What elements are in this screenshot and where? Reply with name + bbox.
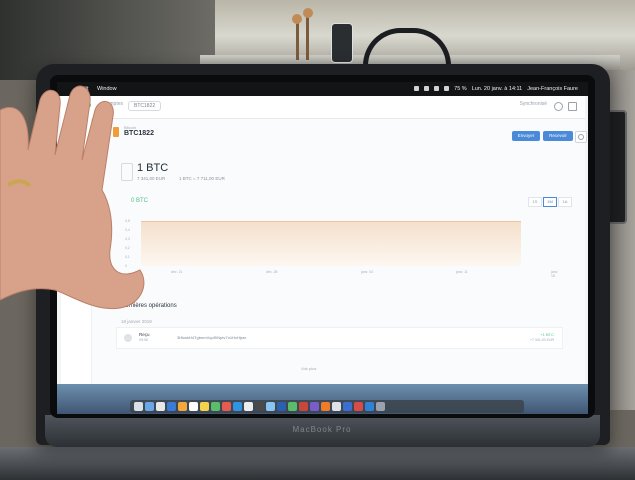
battery-label[interactable]: 75 %: [454, 82, 467, 96]
powerpoint-icon[interactable]: [299, 402, 308, 411]
x-tick-label: janv. 04: [361, 270, 373, 274]
app-icon[interactable]: [343, 402, 352, 411]
exchange-rate: 1 BTC = 7 711,00 EUR: [179, 176, 225, 181]
receive-button[interactable]: Recevoir: [543, 131, 573, 141]
balance-chart[interactable]: 0,5 0,4 0,3 0,2 0,1 0 déc. 21 déc. 28 janv. 04 j…: [125, 213, 558, 278]
user-label[interactable]: Jean-François Faure: [527, 82, 578, 96]
range-1s[interactable]: 1S: [528, 197, 542, 207]
app-icon[interactable]: [310, 402, 319, 411]
flower-head: [303, 8, 313, 18]
account-settings-button[interactable]: [575, 131, 587, 143]
calendar-icon[interactable]: [189, 402, 198, 411]
x-tick-label: déc. 28: [266, 270, 278, 274]
x-tick-label: janv. 18: [551, 270, 559, 278]
operation-value: +7 341,00 EUR: [529, 338, 554, 342]
folder-icon[interactable]: [365, 402, 374, 411]
clock-label[interactable]: Lun. 20 janv. à 14:11: [472, 82, 523, 96]
appstore-icon[interactable]: [167, 402, 176, 411]
range-1m[interactable]: 1M: [543, 197, 557, 207]
notes-icon[interactable]: [200, 402, 209, 411]
status-icon[interactable]: [424, 86, 430, 91]
app-icon[interactable]: [354, 402, 363, 411]
excel-icon[interactable]: [288, 402, 297, 411]
settings-icon[interactable]: [554, 102, 563, 111]
music-icon[interactable]: [222, 402, 231, 411]
x-tick-label: janv. 11: [456, 270, 468, 274]
sync-status[interactable]: Synchronisé: [519, 101, 547, 107]
hand: [0, 85, 145, 310]
flower-stem: [306, 14, 309, 60]
operation-amount: +1 BTC: [540, 332, 554, 337]
status-icon[interactable]: [434, 86, 440, 91]
trash-icon[interactable]: [376, 402, 385, 411]
vlc-icon[interactable]: [321, 402, 330, 411]
flower-stem: [296, 20, 299, 60]
finder-icon[interactable]: [134, 402, 143, 411]
account-page: Bitcoin BTC1822 Envoyer Recevoir 1 BTC 7…: [91, 118, 587, 400]
gear-icon: [578, 134, 584, 140]
dock: [130, 400, 524, 413]
balance-area: [141, 221, 521, 266]
terminal-icon[interactable]: [255, 402, 264, 411]
operation-address: 3HkwkH4TgbnmVqoSiNptv7o1HcHjsrn: [177, 335, 247, 340]
launchpad-icon[interactable]: [145, 402, 154, 411]
laptop-model-label: MacBook Pro: [292, 425, 352, 434]
safari-icon[interactable]: [156, 402, 165, 411]
app-icon[interactable]: [332, 402, 341, 411]
word-icon[interactable]: [277, 402, 286, 411]
x-tick-label: déc. 21: [171, 270, 183, 274]
send-button[interactable]: Envoyer: [512, 131, 540, 141]
app-icon[interactable]: [178, 402, 187, 411]
mail-icon[interactable]: [233, 402, 242, 411]
operation-row[interactable]: Reçu 09:06 3HkwkH4TgbnmVqoSiNptv7o1HcHjs…: [116, 327, 563, 349]
status-icon[interactable]: [414, 86, 420, 91]
messages-icon[interactable]: [211, 402, 220, 411]
range-1a[interactable]: 1A: [558, 197, 572, 207]
laptop-base: [0, 447, 635, 480]
wifi-icon[interactable]: [444, 86, 450, 91]
app-icon[interactable]: [266, 402, 275, 411]
lock-icon[interactable]: [568, 102, 577, 111]
chrome-icon[interactable]: [244, 402, 253, 411]
see-more-link[interactable]: Voir plus: [301, 366, 316, 371]
phone-on-shelf: [331, 23, 353, 63]
flower-head: [292, 14, 302, 24]
